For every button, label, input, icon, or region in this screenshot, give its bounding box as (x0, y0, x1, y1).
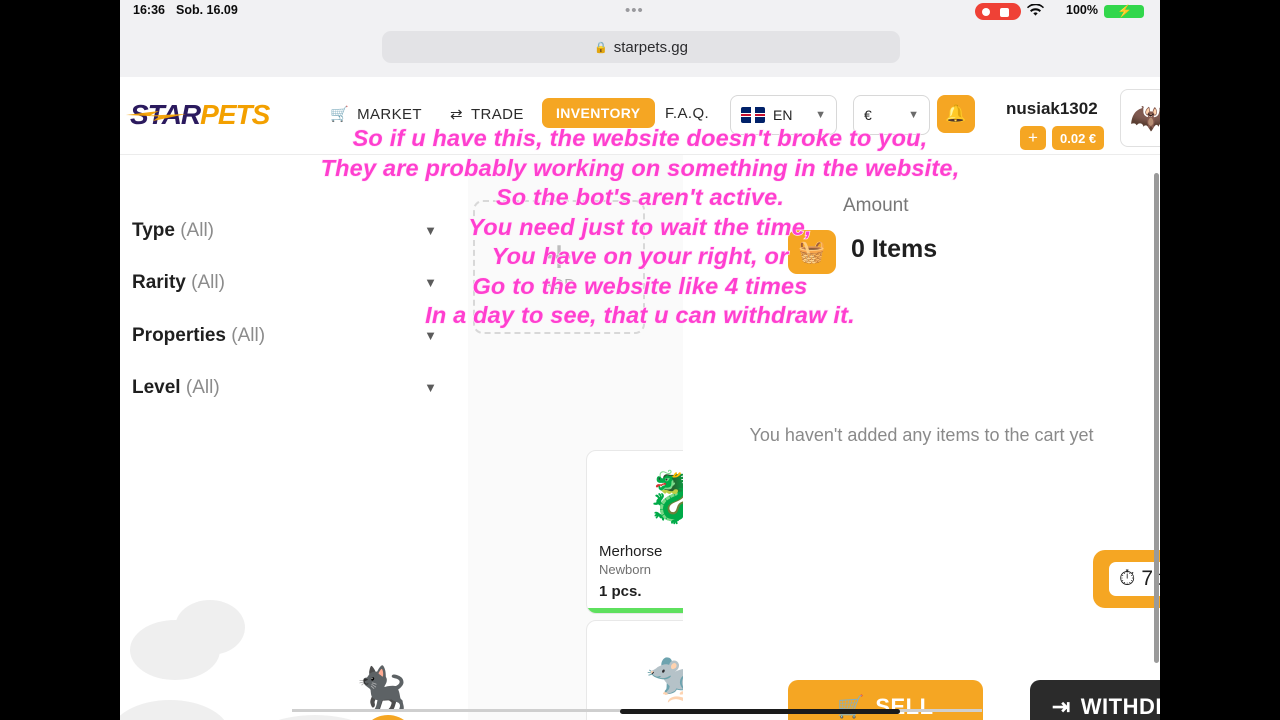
cart-amount-label: Amount (843, 195, 909, 216)
filter-level-value: (All) (185, 377, 220, 398)
battery-percent: 100% (1066, 3, 1098, 17)
balance-badge[interactable]: 0.02 € (1052, 126, 1105, 150)
add-item-button[interactable]: + ADD (473, 200, 645, 334)
filter-properties[interactable]: Properties (All) ▼ (132, 325, 437, 347)
logout-icon: ⇥ (1051, 694, 1071, 719)
add-funds-button[interactable]: + (1020, 126, 1046, 150)
cart-basket-button[interactable]: 🧺 (788, 230, 836, 274)
site-logo[interactable]: STARPETS (126, 99, 270, 131)
screen-root: 16:36 Sob. 16.09 ••• 100% ⚡ 🔒 starpets.g… (0, 0, 1280, 720)
chevron-down-icon: ▼ (424, 223, 437, 238)
inventory-list: + ADD R 🐉 Merhorse Newborn 1 pcs. 🐀 (468, 155, 768, 720)
nav-market-label: MARKET (357, 105, 422, 123)
withdraw-button-label: WITHDRAW (1080, 694, 1160, 719)
stopwatch-icon: ⏱ (1119, 567, 1136, 590)
chevron-down-icon: ▼ (424, 380, 437, 395)
filter-type[interactable]: Type (All) ▼ (132, 220, 437, 242)
cart-panel: Amount 🧺 0 Items ✕ You haven't added any… (683, 155, 1160, 720)
filter-rarity-label: Rarity (132, 272, 186, 293)
nav-trade-label: TRADE (470, 105, 524, 123)
battery-charging-icon: ⚡ (1104, 4, 1144, 18)
withdraw-button[interactable]: ⇥ WITHDRAW (1030, 680, 1160, 720)
logo-text-pets: PETS (200, 99, 270, 130)
chevron-down-icon: ▼ (908, 109, 919, 121)
vertical-scrollbar[interactable] (1154, 173, 1159, 663)
decorative-cloud (120, 700, 230, 720)
plus-icon: + (545, 229, 573, 282)
nav-item-market[interactable]: 🛒 MARKET (330, 105, 422, 124)
language-select[interactable]: EN ▼ (730, 95, 837, 135)
notifications-button[interactable]: 🔔 (937, 95, 975, 133)
uk-flag-icon (741, 107, 765, 123)
home-indicator[interactable] (620, 709, 900, 714)
nav-item-inventory[interactable]: INVENTORY (542, 98, 655, 128)
nav-item-trade[interactable]: ⇄ TRADE (450, 105, 524, 124)
cat-mascot-icon: 🐈‍⬛ (355, 665, 408, 712)
sell-button[interactable]: 🛒 SELL (788, 680, 983, 720)
browser-toolbar: 🔒 starpets.gg (120, 22, 1160, 77)
filter-properties-label: Properties (132, 325, 226, 346)
decorative-cloud (240, 715, 390, 720)
wifi-icon (1027, 3, 1044, 20)
filter-rarity-value: (All) (191, 272, 225, 293)
site-header: STARPETS 🛒 MARKET ⇄ TRADE INVENTORY F.A.… (120, 77, 1160, 155)
add-item-label: ADD (542, 275, 576, 293)
ipad-screen: 16:36 Sob. 16.09 ••• 100% ⚡ 🔒 starpets.g… (120, 0, 1160, 720)
cart-empty-message: You haven't added any items to the cart … (749, 425, 1094, 445)
status-date: Sob. 16.09 (176, 3, 238, 17)
avatar[interactable]: 🦇 (1120, 89, 1160, 147)
status-bar: 16:36 Sob. 16.09 ••• 100% ⚡ (120, 0, 1160, 22)
status-time: 16:36 (133, 3, 165, 17)
swap-icon: ⇄ (450, 106, 463, 123)
address-bar-url: starpets.gg (613, 38, 688, 56)
withdraw-timer: ⏱ 7d4h23m (1093, 550, 1160, 608)
sell-button-label: SELL (875, 694, 934, 719)
filter-level-label: Level (132, 377, 181, 398)
record-icon[interactable] (975, 3, 1021, 20)
cart-icon: 🛒 (330, 106, 350, 123)
bell-icon: 🔔 (945, 104, 967, 123)
multitask-dots-icon[interactable]: ••• (625, 2, 644, 19)
filters-sidebar: Type (All) ▼ Rarity (All) ▼ Properties (… (120, 155, 460, 720)
address-bar[interactable]: 🔒 starpets.gg (382, 31, 900, 63)
filter-properties-value: (All) (231, 325, 266, 346)
decorative-cloud (175, 600, 245, 655)
currency-select[interactable]: € ▼ (853, 95, 930, 135)
bat-pet-icon: 🦇 (1129, 99, 1160, 137)
currency-value: € (864, 107, 872, 123)
pumpkin-mascot-icon (360, 715, 416, 720)
nav-item-faq[interactable]: F.A.Q. (665, 105, 709, 122)
chevron-down-icon: ▼ (424, 275, 437, 290)
lock-icon: 🔒 (594, 41, 608, 54)
filter-level[interactable]: Level (All) ▼ (132, 377, 437, 399)
chevron-down-icon: ▼ (815, 109, 826, 121)
language-value: EN (773, 107, 793, 123)
cart-icon: 🛒 (837, 694, 866, 719)
nav-inventory-label: INVENTORY (556, 105, 641, 121)
cart-items-count: 0 Items (851, 235, 938, 263)
username-label: nusiak1302 (1006, 99, 1098, 118)
filter-rarity[interactable]: Rarity (All) ▼ (132, 272, 437, 294)
basket-icon: 🧺 (798, 239, 826, 264)
nav-faq-label: F.A.Q. (665, 105, 710, 122)
chevron-down-icon: ▼ (424, 328, 437, 343)
filter-type-label: Type (132, 220, 175, 241)
filter-type-value: (All) (180, 220, 214, 241)
web-page: STARPETS 🛒 MARKET ⇄ TRADE INVENTORY F.A.… (120, 77, 1160, 720)
